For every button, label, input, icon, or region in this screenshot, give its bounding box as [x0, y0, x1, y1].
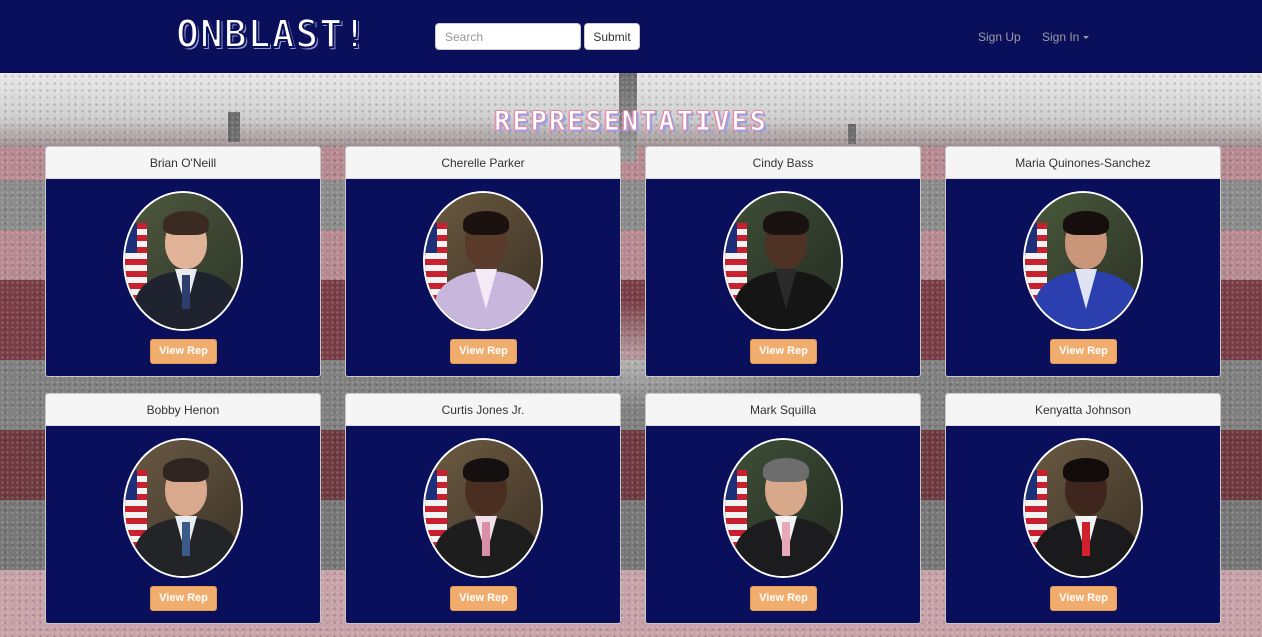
rep-photo[interactable] — [723, 438, 843, 578]
navbar: ONBLAST! Submit Sign Up Sign In — [0, 0, 1262, 73]
view-rep-button[interactable]: View Rep — [1050, 339, 1117, 364]
rep-photo[interactable] — [123, 438, 243, 578]
view-rep-button[interactable]: View Rep — [450, 586, 517, 611]
view-rep-button[interactable]: View Rep — [750, 339, 817, 364]
rep-name: Cherelle Parker — [346, 147, 620, 179]
rep-photo[interactable] — [1023, 438, 1143, 578]
sign-in-dropdown[interactable]: Sign In — [1042, 30, 1090, 44]
view-rep-button[interactable]: View Rep — [450, 339, 517, 364]
view-rep-button[interactable]: View Rep — [150, 339, 217, 364]
rep-card: Curtis Jones Jr. View Rep — [345, 393, 621, 624]
rep-name: Bobby Henon — [46, 394, 320, 426]
rep-card: Brian O'Neill View Rep — [45, 146, 321, 377]
section-title: REPRESENTATIVES — [494, 106, 768, 138]
rep-name: Cindy Bass — [646, 147, 920, 179]
rep-card: Mark Squilla View Rep — [645, 393, 921, 624]
view-rep-button[interactable]: View Rep — [150, 586, 217, 611]
rep-name: Curtis Jones Jr. — [346, 394, 620, 426]
sign-up-link[interactable]: Sign Up — [978, 30, 1021, 44]
caret-down-icon — [1083, 36, 1090, 40]
rep-photo[interactable] — [723, 191, 843, 331]
rep-card: Kenyatta Johnson View Rep — [945, 393, 1221, 624]
rep-photo[interactable] — [423, 191, 543, 331]
sign-in-label: Sign In — [1042, 30, 1080, 44]
rep-name: Brian O'Neill — [46, 147, 320, 179]
rep-card: Cherelle Parker View Rep — [345, 146, 621, 377]
rep-photo[interactable] — [1023, 191, 1143, 331]
view-rep-button[interactable]: View Rep — [1050, 586, 1117, 611]
rep-name: Mark Squilla — [646, 394, 920, 426]
rep-name: Maria Quinones-Sanchez — [946, 147, 1220, 179]
rep-card: Bobby Henon View Rep — [45, 393, 321, 624]
view-rep-button[interactable]: View Rep — [750, 586, 817, 611]
search-input[interactable] — [435, 23, 581, 50]
submit-button[interactable]: Submit — [584, 23, 640, 50]
rep-photo[interactable] — [423, 438, 543, 578]
rep-name: Kenyatta Johnson — [946, 394, 1220, 426]
rep-card: Cindy Bass View Rep — [645, 146, 921, 377]
site-logo[interactable]: ONBLAST! — [175, 11, 367, 57]
rep-card: Maria Quinones-Sanchez View Rep — [945, 146, 1221, 377]
rep-photo[interactable] — [123, 191, 243, 331]
